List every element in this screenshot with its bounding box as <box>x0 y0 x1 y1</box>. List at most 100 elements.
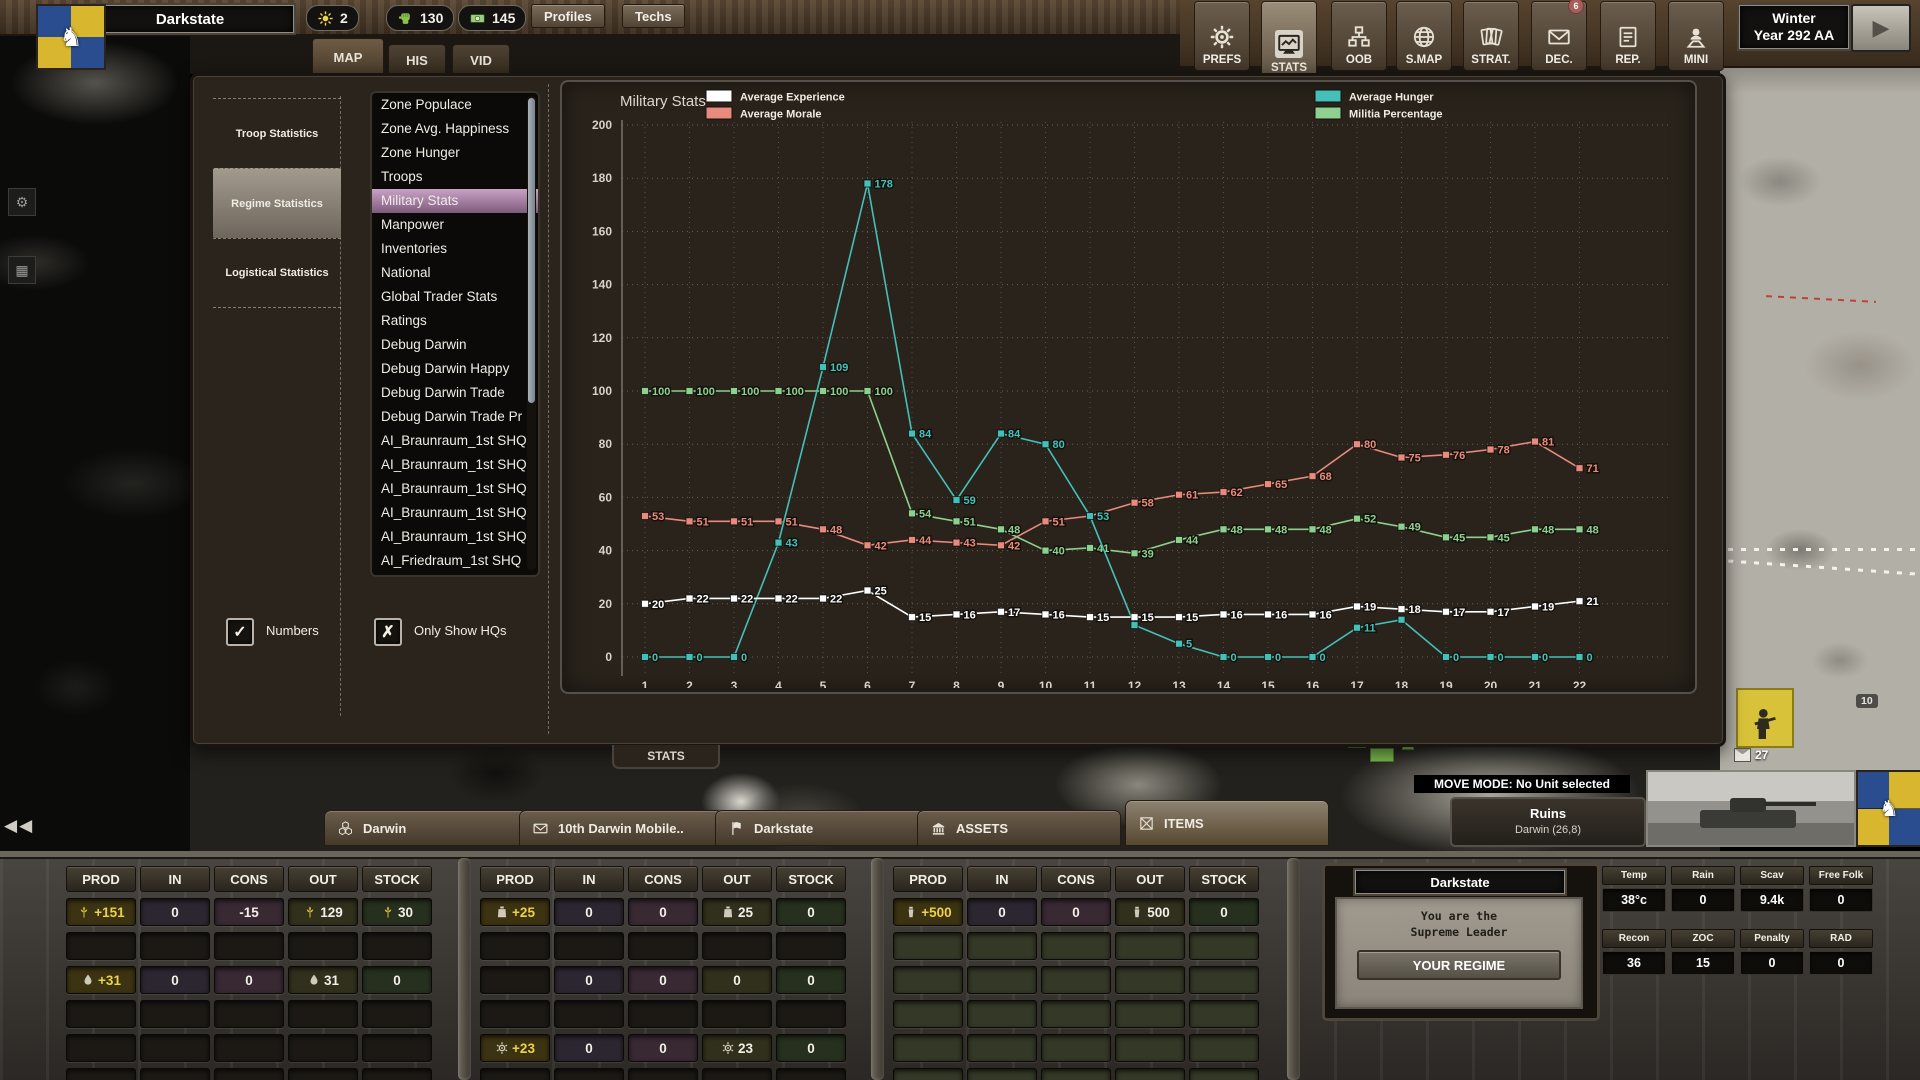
your-regime-button[interactable]: YOUR REGIME <box>1357 950 1561 980</box>
end-turn-button[interactable] <box>1851 4 1911 52</box>
stat-list-item[interactable]: Debug Darwin Trade <box>372 381 538 405</box>
nav-button-dec[interactable]: DEC.6 <box>1531 1 1587 71</box>
svg-text:48: 48 <box>1275 524 1287 536</box>
bottom-tab-10th-darwin-mobile-[interactable]: 10th Darwin Mobile.. <box>519 810 723 846</box>
category-logistical-statistics[interactable]: Logistical Statistics <box>213 238 341 308</box>
stat-list-item[interactable]: Debug Darwin Happy <box>372 357 538 381</box>
stat-list-item[interactable]: AI_Braunraum_1st SHQ <box>372 501 538 525</box>
techs-button[interactable]: Techs <box>622 4 685 28</box>
resource-pill[interactable]: 2 <box>306 5 359 31</box>
empty-slot <box>66 932 136 960</box>
cell-value: 0 <box>659 973 667 988</box>
empty-slot <box>554 1068 624 1080</box>
svg-text:Average Experience: Average Experience <box>740 92 845 104</box>
map-scroll-left-icon[interactable] <box>4 816 34 836</box>
empty-slot <box>893 1068 963 1080</box>
svg-text:21: 21 <box>1528 679 1542 688</box>
nav-button-oob[interactable]: OOB <box>1331 1 1387 71</box>
svg-text:Average Morale: Average Morale <box>740 109 822 121</box>
column-header: IN <box>967 866 1037 892</box>
resource-cell: 25 <box>702 898 772 926</box>
map-side-button[interactable]: ⚙ <box>8 188 36 216</box>
stat-list-item[interactable]: Manpower <box>372 213 538 237</box>
stat-list-item[interactable]: Military Stats <box>372 189 538 213</box>
bottom-tab-label: ASSETS <box>956 821 1008 836</box>
stats-window-tab[interactable]: STATS <box>612 745 720 769</box>
stat-list-item[interactable]: Ratings <box>372 309 538 333</box>
nav-button-prefs[interactable]: PREFS <box>1194 1 1250 71</box>
unit-portrait[interactable] <box>1736 688 1794 748</box>
stat-list-item[interactable]: Zone Avg. Happiness <box>372 117 538 141</box>
list-scrollbar[interactable] <box>527 96 536 570</box>
stat-list-item[interactable]: Zone Populace <box>372 93 538 117</box>
map-side-button[interactable]: ▦ <box>8 256 36 284</box>
nav-button-smap[interactable]: S.MAP <box>1396 1 1452 71</box>
stat-list: Zone PopulaceZone Avg. HappinessZone Hun… <box>370 91 540 577</box>
stat-list-item[interactable]: Zone Hunger <box>372 141 538 165</box>
svg-text:65: 65 <box>1275 479 1287 491</box>
svg-text:10: 10 <box>1039 679 1053 688</box>
empty-slot <box>480 1068 550 1080</box>
checkbox-numbers[interactable]: ✓ <box>226 618 254 646</box>
stat-list-item[interactable]: AI_Braunraum_1st SHQ <box>372 453 538 477</box>
stat-list-item[interactable]: AI_Braunraum_1st SHQ <box>372 477 538 501</box>
stat-list-item[interactable]: Debug Darwin Trade Pr <box>372 405 538 429</box>
map-area-right[interactable] <box>1720 34 1920 771</box>
resource-cell: +23 <box>480 1034 550 1062</box>
stat-list-item[interactable]: National <box>372 261 538 285</box>
nav-button-stats[interactable]: STATS <box>1261 1 1317 79</box>
view-tab-map[interactable]: MAP <box>312 38 384 76</box>
column-header: CONS <box>628 866 698 892</box>
nav-button-rep[interactable]: REP. <box>1600 1 1656 71</box>
env-stat-label: Temp <box>1602 866 1666 885</box>
empty-slot <box>702 932 772 960</box>
stat-list-item[interactable]: Global Trader Stats <box>372 285 538 309</box>
bottom-tab-label: Darwin <box>363 821 406 836</box>
svg-text:20: 20 <box>652 599 664 611</box>
location-photo <box>1646 770 1856 847</box>
stat-list-item[interactable]: AI_Braunraum_1st SHQ <box>372 525 538 549</box>
bottom-tab-items[interactable]: ITEMS <box>1125 800 1329 846</box>
empty-slot <box>702 1068 772 1080</box>
resource-cell: +31 <box>66 966 136 994</box>
stat-list-item[interactable]: Troops <box>372 165 538 189</box>
svg-text:7: 7 <box>909 679 916 688</box>
category-regime-statistics[interactable]: Regime Statistics <box>213 168 341 238</box>
hexes-icon <box>337 820 354 837</box>
nav-button-mini[interactable]: MINI <box>1668 1 1724 71</box>
svg-text:20: 20 <box>599 597 613 611</box>
empty-slot <box>967 1034 1037 1062</box>
stat-list-item[interactable]: Inventories <box>372 237 538 261</box>
svg-text:180: 180 <box>592 171 612 185</box>
stat-list-item[interactable]: AI_Friedraum_1st SHQ <box>372 549 538 573</box>
checkbox-only-show-hqs[interactable]: ✗ <box>374 618 402 646</box>
regime-flag[interactable] <box>36 4 106 70</box>
resource-pill[interactable]: 130 <box>386 5 454 31</box>
empty-slot <box>967 966 1037 994</box>
resource-cell: 0 <box>554 1034 624 1062</box>
svg-text:20: 20 <box>1484 679 1498 688</box>
scrollbar-thumb[interactable] <box>528 98 535 403</box>
cell-value: 0 <box>1220 905 1228 920</box>
bottom-tab-darwin[interactable]: Darwin <box>324 810 528 846</box>
profiles-button[interactable]: Profiles <box>531 4 605 28</box>
unit-mail-indicator[interactable]: 27 <box>1734 748 1768 762</box>
resource-pill[interactable]: 145 <box>458 5 526 31</box>
category-troop-statistics[interactable]: Troop Statistics <box>213 98 341 168</box>
view-tab-his[interactable]: HIS <box>388 44 446 76</box>
bottom-tab-darkstate[interactable]: Darkstate <box>715 810 925 846</box>
map-area-left[interactable] <box>0 34 190 851</box>
stat-list-item[interactable]: AI_Braunraum_1st SHQ <box>372 429 538 453</box>
stat-list-item[interactable]: Debug Darwin <box>372 333 538 357</box>
bottom-tab-assets[interactable]: ASSETS <box>917 810 1121 846</box>
view-tab-vid[interactable]: VID <box>452 44 510 76</box>
nav-button-strat[interactable]: STRAT. <box>1463 1 1519 71</box>
svg-text:0: 0 <box>605 650 612 664</box>
fist-icon <box>397 10 414 27</box>
empty-slot <box>140 1068 210 1080</box>
cell-value: +500 <box>921 905 951 920</box>
resource-cell: 0 <box>628 966 698 994</box>
svg-text:17: 17 <box>1350 679 1364 688</box>
location-panel[interactable]: Ruins Darwin (26,8) <box>1450 797 1646 847</box>
svg-text:2: 2 <box>686 679 693 688</box>
